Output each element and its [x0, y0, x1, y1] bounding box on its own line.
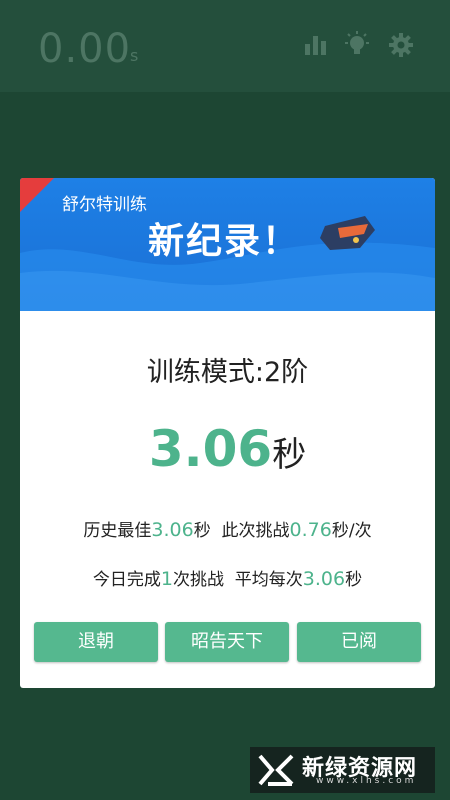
gear-icon[interactable] — [388, 32, 414, 58]
dialog-banner: 舒尔特训练 新纪录！ — [20, 178, 435, 311]
site-logo-icon — [256, 752, 296, 792]
result-unit: 秒 — [272, 435, 307, 475]
watermark-url: www.xlhs.com — [316, 776, 417, 786]
stats-row-best: 历史最佳3.06秒 此次挑战0.76秒/次 — [20, 516, 435, 541]
share-button[interactable]: 昭告天下 — [165, 622, 289, 662]
timer-unit: s — [130, 46, 139, 65]
best-value: 3.06 — [151, 519, 194, 541]
bar-chart-icon[interactable] — [303, 32, 329, 56]
avg-label: 平均每次 — [234, 570, 303, 590]
today-label: 今日完成 — [92, 570, 161, 590]
lightbulb-icon[interactable] — [343, 30, 371, 58]
this-label: 此次挑战 — [221, 521, 290, 541]
best-unit: 秒 — [193, 521, 211, 541]
avg-value: 3.06 — [302, 568, 346, 590]
exit-button[interactable]: 退朝 — [34, 622, 158, 662]
dialog-title: 新纪录！ — [148, 221, 301, 262]
timer-display: 0.00 — [38, 26, 132, 72]
best-label: 历史最佳 — [83, 521, 152, 541]
acknowledge-button[interactable]: 已阅 — [297, 622, 421, 662]
result-value: 3.06 — [148, 420, 273, 478]
dialog-subtitle: 舒尔特训练 — [62, 195, 147, 215]
this-value: 0.76 — [289, 519, 332, 541]
result-time: 3.06秒 — [20, 420, 435, 478]
stats-row-today: 今日完成1次挑战 平均每次3.06秒 — [20, 565, 435, 590]
top-bar: 0.00 s — [0, 0, 450, 92]
avg-unit: 秒 — [345, 570, 363, 590]
training-mode-label: 训练模式:2阶 — [146, 357, 309, 388]
today-value: 1 — [160, 568, 173, 590]
watermark: 新绿资源网 www.xlhs.com — [250, 747, 435, 793]
new-record-dialog: 舒尔特训练 新纪录！ 训练模式:2阶 3.06秒 历史最佳3.06秒 此次挑战0… — [20, 178, 435, 688]
this-unit: 秒/次 — [331, 521, 372, 541]
corner-ribbon — [20, 178, 54, 212]
today-unit: 次挑战 — [172, 570, 224, 590]
